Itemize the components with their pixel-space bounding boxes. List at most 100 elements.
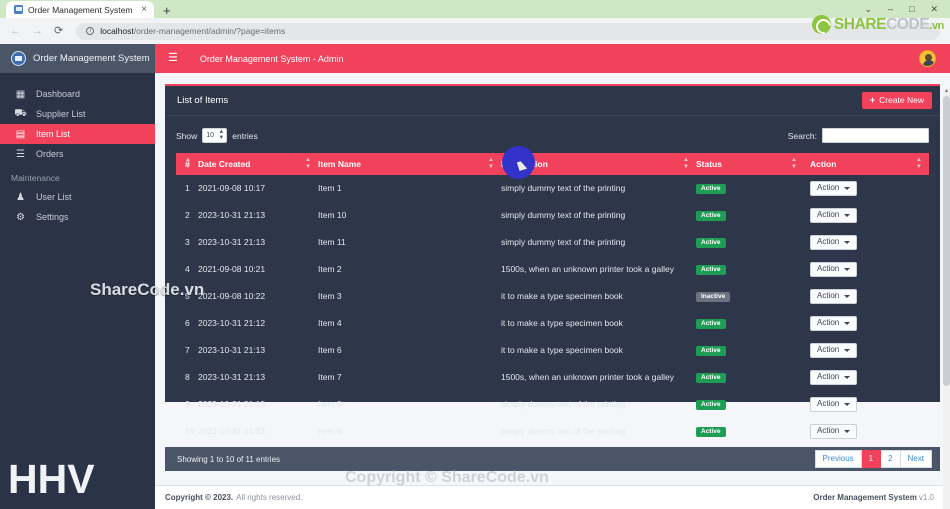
action-dropdown-button[interactable]: Action [810,315,858,331]
close-tab-icon[interactable]: × [141,4,147,15]
back-icon[interactable]: ← [10,25,21,37]
table-row: 2 2023-10-31 21:13 Item 10 simply dummy tex… [176,202,929,229]
sidebar-item-label: Orders [36,149,64,159]
top-navbar: ☰ Order Management System - Admin [155,44,950,73]
column-header-action[interactable]: Action ▲ ▼ [804,153,929,175]
cell-date: 2023-10-31 21:13 [198,399,266,409]
close-window-icon[interactable]: ✕ [930,4,938,14]
sidebar-item-label: Supplier List [36,109,86,119]
hamburger-menu-icon[interactable]: ☰ [168,53,178,64]
pagination-previous[interactable]: Previous [814,450,862,468]
column-header-num[interactable]: # ▲ ▼ [176,153,198,175]
cell-desc: simply dummy text of the printing [501,183,626,193]
cell-action: Action [804,256,929,283]
sidebar-item-label: Dashboard [36,89,81,99]
chevron-down-icon [844,186,851,190]
sidebar-item-label: Settings [36,212,69,222]
action-dropdown-button[interactable]: Action [810,369,858,385]
table-row: 1 2021-09-08 10:17 Item 1 simply dummy text… [176,175,929,202]
pagination-page-1[interactable]: 1 [861,450,882,468]
watermark-hhv: HHV [8,456,95,502]
address-bar[interactable]: i localhost/order-management/admin/?page… [76,22,940,40]
minimize-icon[interactable]: – [888,4,893,14]
search-input[interactable] [822,128,929,143]
action-dropdown-button[interactable]: Action [810,180,858,196]
sidebar-section-maintenance: Maintenance [11,173,60,183]
footer-copyright: Copyright © 2023. [165,493,234,502]
cell-name: Item 11 [318,237,346,247]
cell-num: 4 [185,264,190,274]
sidebar-item-orders[interactable]: ☰ Orders [0,144,155,164]
pagination-next[interactable]: Next [900,450,932,468]
column-header-name[interactable]: Item Name ▲ ▼ [318,153,501,175]
chevron-down-icon[interactable]: ⌄ [864,4,872,14]
cell-name: Item 2 [318,264,342,274]
cell-name: Item 4 [318,318,342,328]
table-body: 1 2021-09-08 10:17 Item 1 simply dummy text… [176,175,929,445]
sidebar-item-dashboard[interactable]: ▦ Dashboard [0,84,155,104]
chevron-down-icon [844,321,851,325]
chevron-down-icon [844,267,851,271]
cell-desc: 1500s, when an unknown printer took a ga… [501,372,674,382]
cell-action: Action [804,418,929,445]
scrollbar-thumb[interactable] [943,96,950,386]
action-dropdown-button[interactable]: Action [810,234,858,250]
action-dropdown-button[interactable]: Action [810,396,858,412]
column-label: Item Name [318,159,361,169]
cell-num: 5 [185,291,190,301]
reload-icon[interactable]: ⟳ [54,25,63,37]
cell-num: 8 [185,372,190,382]
scroll-up-icon[interactable]: ▲ [943,88,950,95]
browser-tab[interactable]: Order Management System × [6,1,154,18]
chevron-down-icon [844,348,851,352]
plus-icon: + [869,95,876,105]
sidebar-item-user-list[interactable]: ♟ User List [0,187,155,207]
page-title: Order Management System - Admin [199,53,344,64]
chevron-down-icon [844,402,851,406]
browser-window: Order Management System × + ⌄ – □ ✕ ← → … [0,0,950,509]
action-dropdown-button[interactable]: Action [810,342,858,358]
sidebar-brand-label: Order Management System [33,53,150,64]
status-badge: Active [696,237,726,249]
cell-desc: simply dummy text of the printing [501,399,626,409]
footer-version: v1.0 [918,493,934,502]
sidebar-brand[interactable]: Order Management System [0,44,155,73]
cell-name: Item 6 [318,345,342,355]
pagination-page-2[interactable]: 2 [881,450,901,468]
action-dropdown-button[interactable]: Action [810,423,858,439]
cell-desc: simply dummy text of the printing [501,426,626,436]
search-label: Search: [787,130,817,141]
cell-name: Item 9 [318,426,342,436]
avatar[interactable] [919,50,936,67]
table-head: #▲▼ Date Created▲▼ Item Name▲▼ Descripti… [176,153,929,175]
cell-status: Active [696,310,804,337]
app-logo-icon [11,51,26,66]
page-scrollbar[interactable]: ▲ ▼ [943,88,950,509]
forward-icon[interactable]: → [32,25,43,37]
datatable-footer: Showing 1 to 10 of 11 entries Previous 1… [165,447,940,471]
cell-num: 9 [185,399,190,409]
action-dropdown-button[interactable]: Action [810,288,858,304]
site-info-icon[interactable]: i [86,27,95,35]
column-header-status[interactable]: Status ▲ ▼ [696,153,804,175]
content-area: List of Items + Create New Show 10 ▲ ▼ e… [155,73,950,509]
create-new-button[interactable]: + Create New [861,92,932,109]
chevron-down-icon [844,429,851,433]
sidebar-item-item-list[interactable]: ▤ Item List [0,124,155,144]
sidebar-nav: ▦ Dashboard ⛟ Supplier List ▤ Item List … [0,73,155,227]
column-header-date[interactable]: Date Created ▲ ▼ [198,153,318,175]
maximize-icon[interactable]: □ [909,4,914,14]
sidebar-item-settings[interactable]: ⚙ Settings [0,207,155,227]
sidebar-item-label: User List [36,192,72,202]
action-dropdown-button[interactable]: Action [810,207,858,223]
new-tab-button[interactable]: + [163,4,171,17]
sidebar-item-supplier-list[interactable]: ⛟ Supplier List [0,104,155,124]
action-label: Action [817,237,840,246]
cell-action: Action [804,391,929,418]
action-dropdown-button[interactable]: Action [810,261,858,277]
cell-status: Inactive [696,283,804,310]
page-length-select[interactable]: 10 ▲ ▼ [202,128,228,143]
sort-icon: ▲ ▼ [791,157,797,170]
address-host: localhost [100,26,134,36]
footer-rights: All rights reserved. [236,493,303,502]
